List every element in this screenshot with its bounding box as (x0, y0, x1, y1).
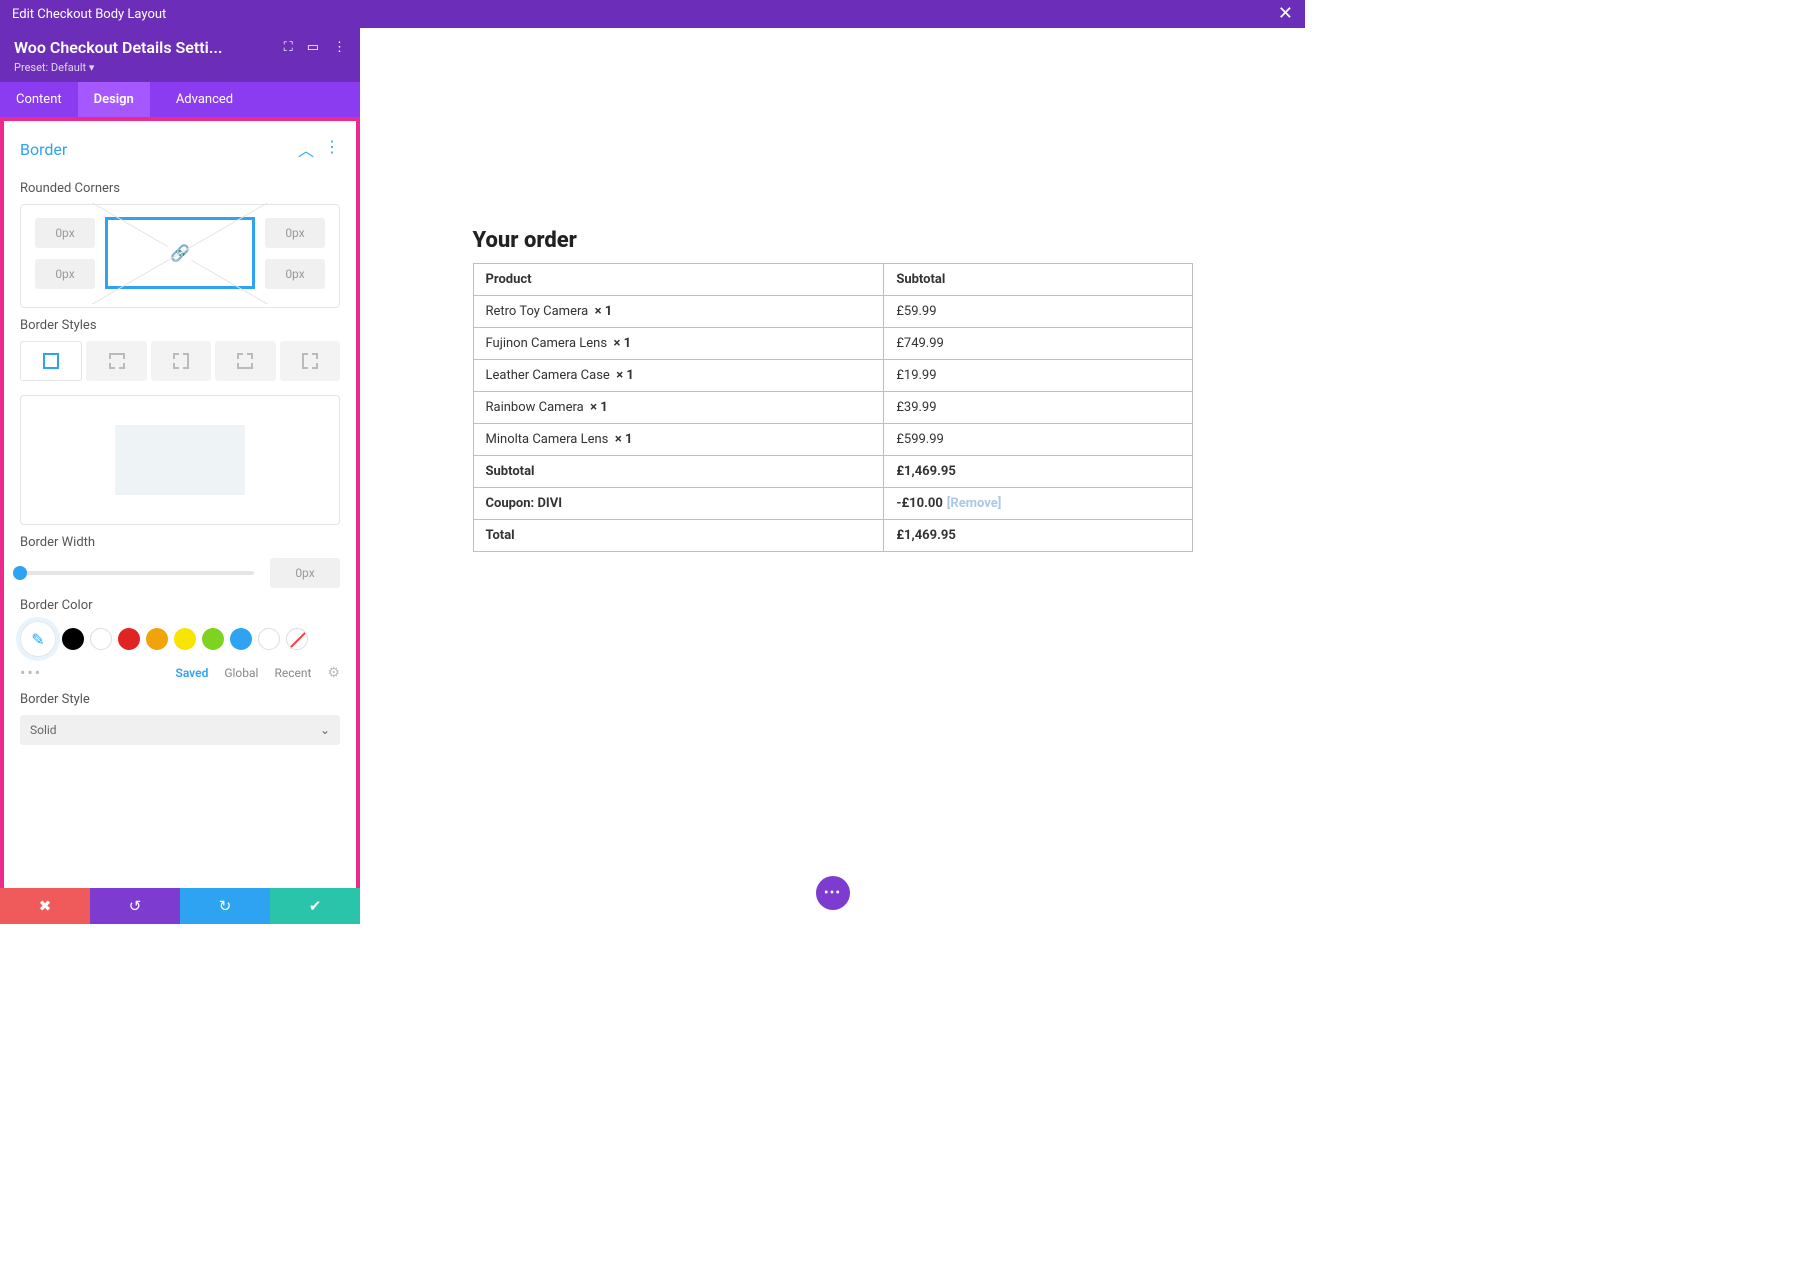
topbar-title: Edit Checkout Body Layout (12, 7, 166, 22)
border-style-value: Solid (30, 723, 57, 737)
select-chevron-icon: ⌄ (320, 723, 330, 737)
swatch-blue[interactable] (230, 628, 252, 650)
save-button[interactable]: ✔ (270, 888, 360, 924)
corner-br-input[interactable]: 0px (265, 259, 325, 289)
section-more-icon[interactable]: ⋮ (324, 137, 340, 161)
order-heading: Your order (473, 228, 1193, 253)
close-icon[interactable]: ✕ (1278, 5, 1293, 23)
cancel-button[interactable]: ✖ (0, 888, 90, 924)
section-title: Border (20, 140, 67, 159)
border-top-button[interactable] (86, 341, 146, 381)
total-row: Total £1,469.95 (473, 520, 1192, 552)
border-styles-label: Border Styles (20, 318, 340, 333)
border-width-label: Border Width (20, 535, 340, 550)
table-row: Retro Toy Camera × 1 £59.99 (473, 296, 1192, 328)
border-right-button[interactable] (151, 341, 211, 381)
table-row: Minolta Camera Lens × 1 £599.99 (473, 424, 1192, 456)
table-row: Rainbow Camera × 1 £39.99 (473, 392, 1192, 424)
layout-icon[interactable]: ▭ (307, 40, 319, 55)
corner-tr-input[interactable]: 0px (265, 218, 325, 248)
swatch-black[interactable] (62, 628, 84, 650)
remove-coupon-link[interactable]: [Remove] (947, 496, 1002, 511)
swatch-yellow[interactable] (174, 628, 196, 650)
undo-button[interactable]: ↺ (90, 888, 180, 924)
border-width-slider[interactable] (20, 571, 254, 575)
link-icon[interactable]: 🔗 (166, 242, 194, 265)
rounded-corners-label: Rounded Corners (20, 181, 340, 196)
border-width-input[interactable]: 0px (270, 558, 340, 588)
corner-tl-input[interactable]: 0px (35, 218, 95, 248)
border-style-select[interactable]: Solid ⌄ (20, 715, 340, 745)
module-title: Woo Checkout Details Setti... (14, 38, 274, 57)
corner-bl-input[interactable]: 0px (35, 259, 95, 289)
swatch-orange[interactable] (146, 628, 168, 650)
more-swatches-icon[interactable]: ••• (20, 663, 42, 682)
border-left-button[interactable] (280, 341, 340, 381)
color-tab-global[interactable]: Global (224, 666, 258, 680)
tab-content[interactable]: Content (0, 82, 78, 117)
swatch-none[interactable] (286, 628, 308, 650)
subtotal-row: Subtotal £1,469.95 (473, 456, 1192, 488)
color-tab-saved[interactable]: Saved (176, 666, 209, 680)
coupon-row: Coupon: DIVI -£10.00[Remove] (473, 488, 1192, 520)
border-style-label: Border Style (20, 692, 340, 707)
panel-header: Woo Checkout Details Setti... ⛶ ▭ ⋮ Pres… (0, 28, 360, 82)
table-row: Fujinon Camera Lens × 1 £749.99 (473, 328, 1192, 360)
tab-design[interactable]: Design (78, 82, 150, 117)
eyedropper-icon[interactable]: ✎ (20, 621, 56, 657)
border-all-button[interactable] (20, 341, 82, 381)
preset-selector[interactable]: Preset: Default ▾ (14, 61, 346, 74)
fab-more-button[interactable]: ••• (816, 876, 850, 910)
collapse-icon[interactable]: ︿ (298, 137, 314, 161)
th-subtotal: Subtotal (884, 264, 1192, 296)
swatch-white[interactable] (90, 628, 112, 650)
border-bottom-button[interactable] (215, 341, 275, 381)
redo-button[interactable]: ↻ (180, 888, 270, 924)
swatch-red[interactable] (118, 628, 140, 650)
color-tab-recent[interactable]: Recent (274, 666, 311, 680)
more-icon[interactable]: ⋮ (333, 40, 346, 55)
gear-icon[interactable]: ⚙ (327, 665, 340, 681)
table-row: Leather Camera Case × 1 £19.99 (473, 360, 1192, 392)
border-color-label: Border Color (20, 598, 340, 613)
border-preview (20, 395, 340, 525)
rounded-corners-control: 0px 🔗 0px 0px 0px (20, 204, 340, 308)
tab-advanced[interactable]: Advanced (160, 82, 249, 117)
border-side-selector (20, 341, 340, 381)
order-table: Product Subtotal Retro Toy Camera × 1 £5… (473, 263, 1193, 552)
corner-preview: 🔗 (105, 217, 255, 289)
th-product: Product (473, 264, 884, 296)
expand-icon[interactable]: ⛶ (284, 40, 293, 55)
swatch-green[interactable] (202, 628, 224, 650)
swatch-empty[interactable] (258, 628, 280, 650)
